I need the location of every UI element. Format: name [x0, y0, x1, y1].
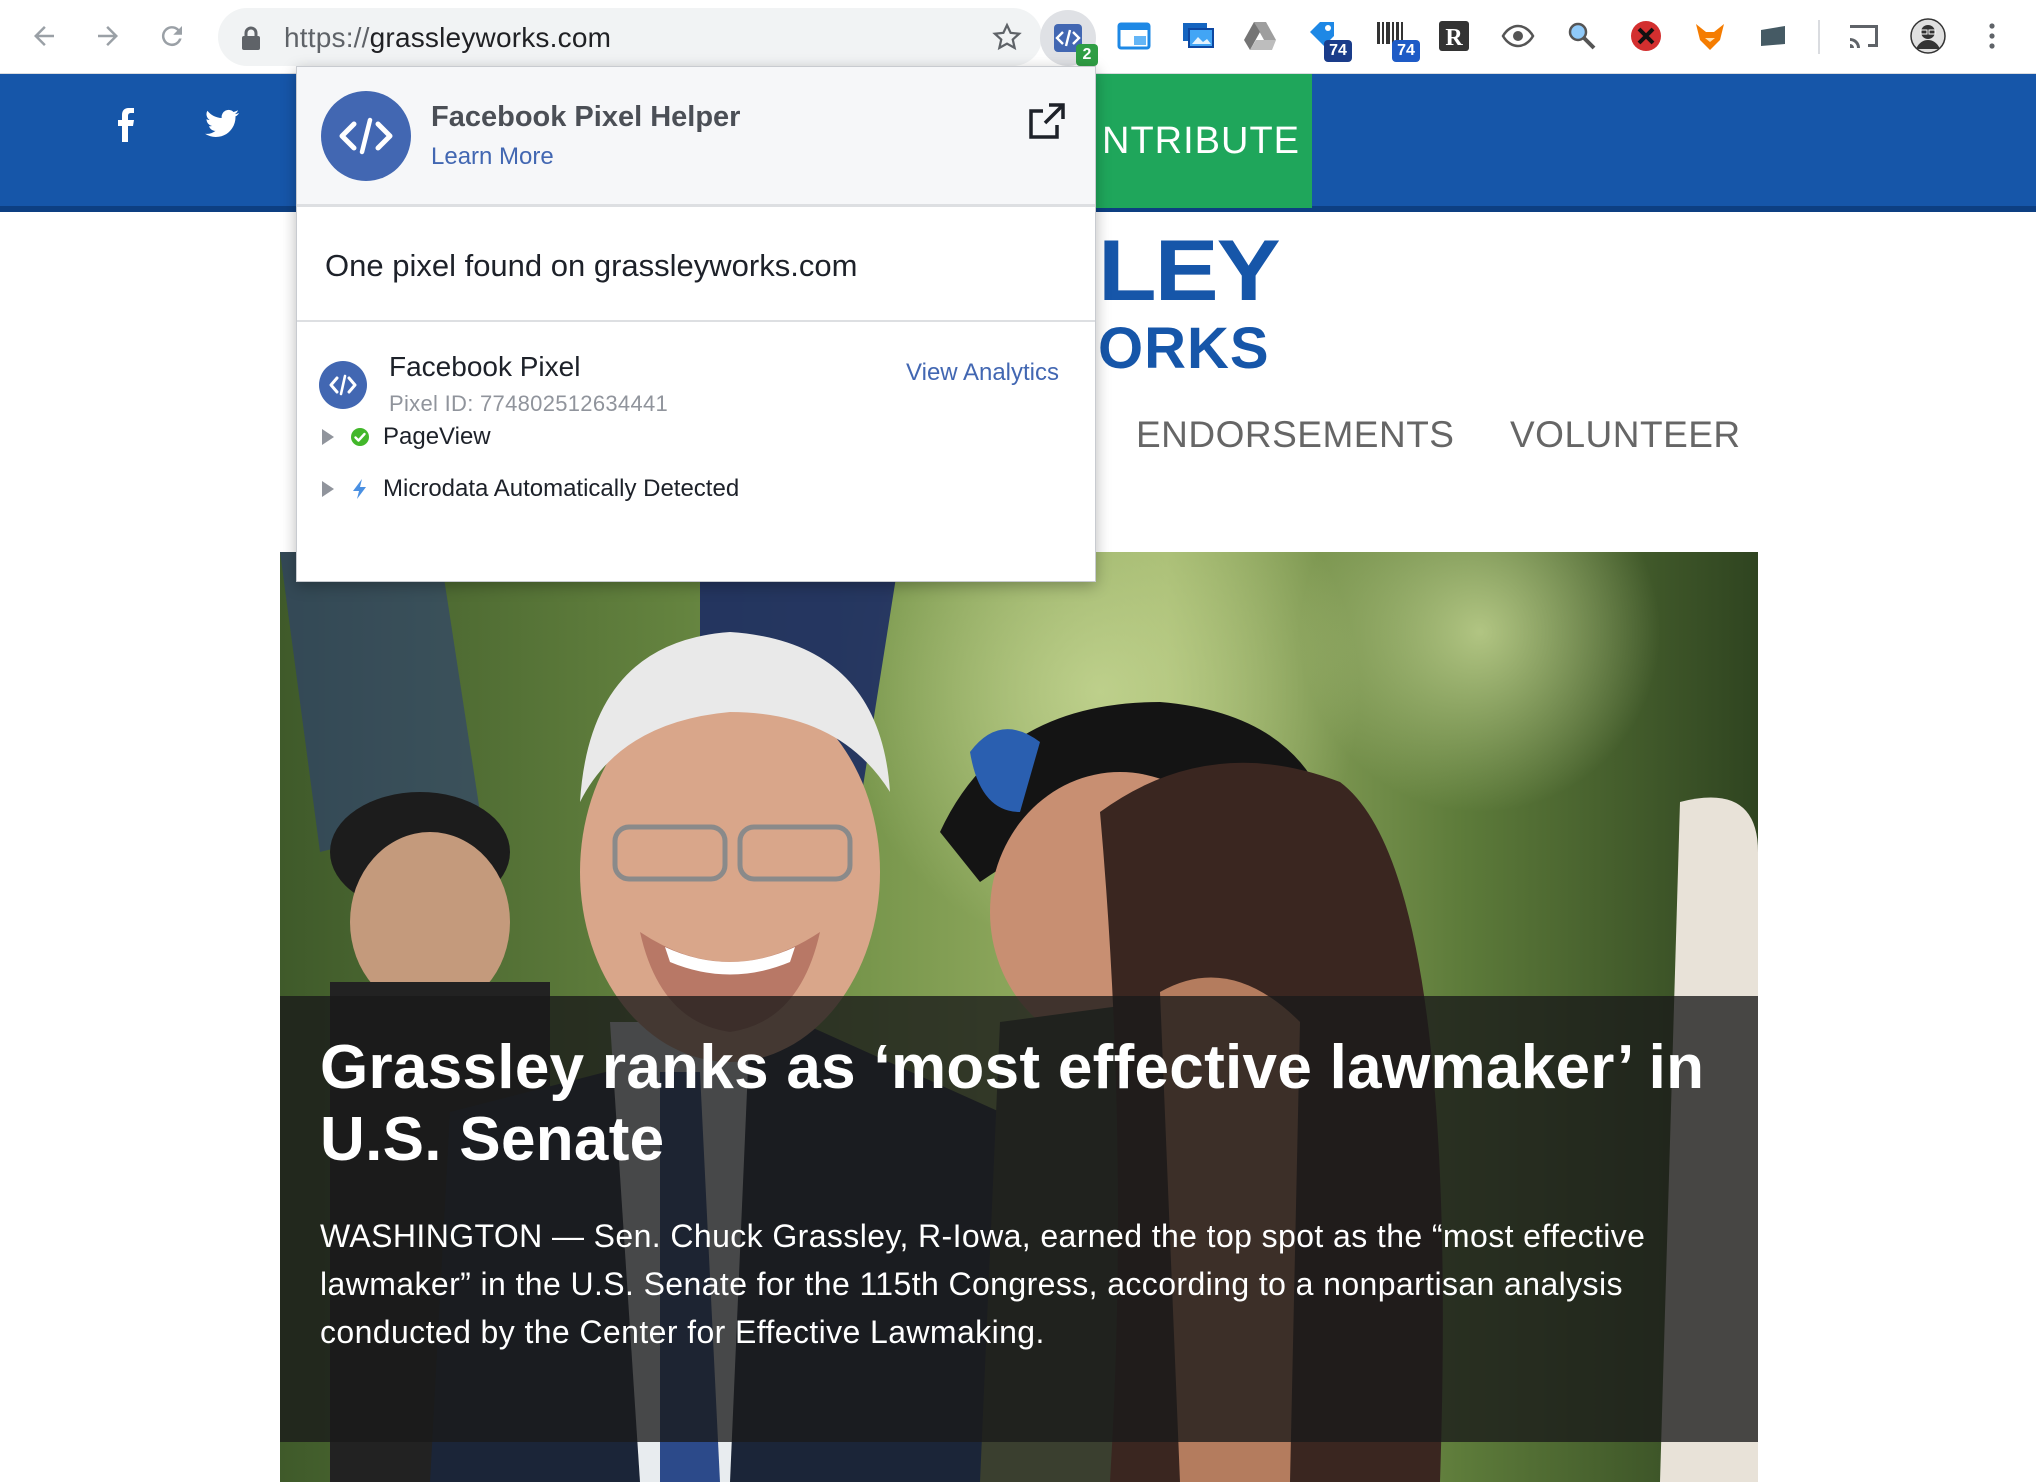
- svg-text:R: R: [1445, 25, 1463, 51]
- pixel-helper-popup: Facebook Pixel Helper Learn More One pix…: [296, 66, 1096, 582]
- pixel-summary: One pixel found on grassleyworks.com: [297, 210, 1095, 322]
- event-label: Microdata Automatically Detected: [383, 475, 740, 502]
- ext-blocker-button[interactable]: [1624, 14, 1668, 58]
- avatar-icon: [1910, 18, 1946, 54]
- back-arrow-icon: [34, 26, 54, 46]
- code-icon: [339, 117, 393, 155]
- r-letter-icon: R: [1439, 21, 1469, 51]
- fox-icon: [1696, 24, 1724, 50]
- ext-fox-button[interactable]: [1688, 14, 1732, 58]
- back-button[interactable]: [22, 14, 66, 58]
- code-icon: [329, 374, 357, 396]
- event-label: PageView: [383, 423, 491, 450]
- popup-header: Facebook Pixel Helper Learn More: [297, 67, 1095, 207]
- url-scheme: https://: [284, 22, 370, 53]
- contribute-label: NTRIBUTE: [1102, 119, 1300, 162]
- lightning-icon: [353, 479, 366, 499]
- ext-drive-button[interactable]: [1238, 14, 1282, 58]
- browser-menu-button[interactable]: [1970, 14, 2014, 58]
- ext-a-badge: 74: [1324, 40, 1352, 62]
- more-vert-icon: [1989, 23, 1995, 49]
- pixel-name: Facebook Pixel: [389, 351, 581, 382]
- learn-more-link[interactable]: Learn More: [431, 143, 554, 171]
- ext-r-button[interactable]: R: [1432, 14, 1476, 58]
- site-logo-line2[interactable]: ORKS: [1098, 320, 1270, 378]
- ext-eye-button[interactable]: [1496, 14, 1540, 58]
- site-logo-line1[interactable]: LEY: [1098, 228, 1281, 314]
- ext-barcode-button[interactable]: 74: [1370, 14, 1420, 62]
- ext-device-button[interactable]: [1752, 14, 1796, 58]
- ext-window-button[interactable]: [1112, 14, 1156, 58]
- blocker-icon: [1631, 21, 1661, 51]
- window-icon: [1117, 22, 1151, 50]
- view-analytics-link[interactable]: View Analytics: [906, 359, 1059, 387]
- browser-toolbar: https://grassleyworks.com 2 74 74 R: [0, 0, 2036, 74]
- forward-arrow-icon: [98, 26, 118, 46]
- check-circle-icon: [351, 428, 369, 446]
- caret-right-icon: [322, 481, 334, 497]
- url-text[interactable]: https://grassleyworks.com: [284, 22, 611, 54]
- toolbar-separator: [1818, 20, 1820, 54]
- ext-inspect-button[interactable]: [1560, 14, 1604, 58]
- drive-icon: [1244, 22, 1276, 50]
- popup-title: Facebook Pixel Helper: [431, 101, 741, 133]
- address-bar[interactable]: https://grassleyworks.com: [218, 8, 1042, 66]
- facebook-icon: [118, 108, 134, 142]
- facebook-link[interactable]: [106, 104, 146, 144]
- lock-icon: [242, 26, 260, 50]
- screenshot-icon: [1183, 23, 1214, 48]
- nav-volunteer[interactable]: VOLUNTEER: [1510, 414, 1741, 456]
- pixel-helper-extension-button[interactable]: 2: [1040, 10, 1098, 66]
- caret-right-icon: [322, 429, 334, 445]
- event-row-microdata[interactable]: Microdata Automatically Detected: [319, 471, 739, 507]
- cast-icon: [1850, 25, 1878, 48]
- pixel-helper-logo: [321, 91, 411, 181]
- ext-screenshot-button[interactable]: [1176, 14, 1220, 58]
- pixel-count-badge: 2: [1076, 44, 1098, 66]
- cast-button[interactable]: [1842, 14, 1886, 58]
- event-row-pageview[interactable]: PageView: [319, 419, 491, 455]
- forward-button[interactable]: [86, 14, 130, 58]
- twitter-link[interactable]: [202, 104, 242, 144]
- page-margin: [1758, 552, 2036, 1482]
- magnifier-icon: [1568, 22, 1596, 50]
- external-link-icon[interactable]: [1027, 101, 1067, 141]
- hero-banner[interactable]: Grassley ranks as ‘most effective lawmak…: [280, 552, 1758, 1482]
- ext-tag-button[interactable]: 74: [1302, 14, 1352, 62]
- ext-b-badge: 74: [1392, 40, 1420, 62]
- url-host: grassleyworks.com: [369, 22, 612, 53]
- star-icon[interactable]: [992, 22, 1022, 52]
- device-icon: [1761, 26, 1785, 46]
- pixel-id: Pixel ID: 774802512634441: [389, 391, 669, 416]
- reload-button[interactable]: [150, 14, 194, 58]
- pixel-code-icon: [319, 361, 367, 409]
- twitter-icon: [205, 109, 239, 137]
- hero-headline[interactable]: Grassley ranks as ‘most effective lawmak…: [320, 1032, 1720, 1176]
- pixel-entry: Facebook Pixel Pixel ID: 774802512634441…: [297, 325, 1095, 581]
- profile-avatar[interactable]: [1906, 14, 1950, 58]
- reload-icon: [161, 26, 182, 47]
- nav-endorsements[interactable]: ENDORSEMENTS: [1136, 414, 1454, 456]
- eye-icon: [1501, 24, 1535, 48]
- pixel-summary-text: One pixel found on grassleyworks.com: [325, 248, 858, 283]
- hero-summary: WASHINGTON — Sen. Chuck Grassley, R-Iowa…: [320, 1218, 1646, 1350]
